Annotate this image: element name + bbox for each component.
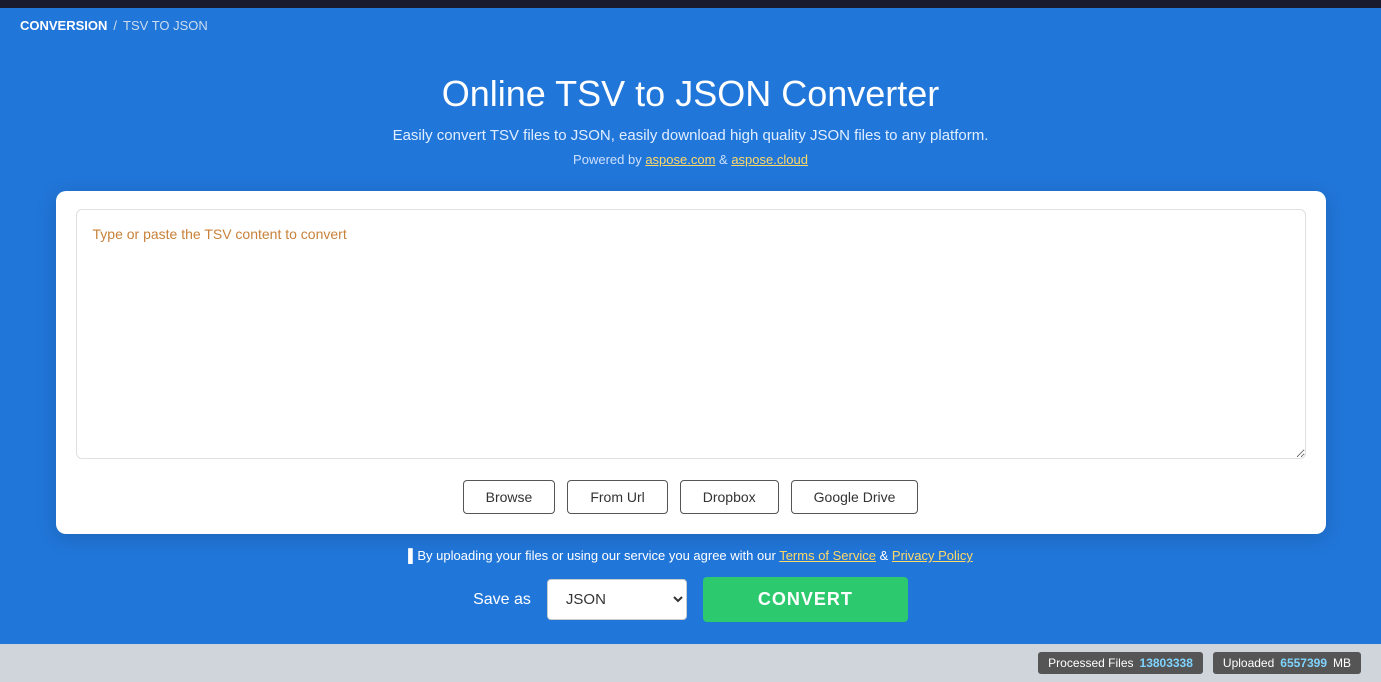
- breadcrumb-current: TSV TO JSON: [123, 18, 208, 33]
- footer-bar: Processed Files 13803338 Uploaded 655739…: [0, 644, 1381, 682]
- tsv-input-textarea[interactable]: [76, 209, 1306, 459]
- breadcrumb: CONVERSION / TSV TO JSON: [0, 8, 1381, 43]
- convert-button[interactable]: CONVERT: [703, 577, 908, 622]
- terms-prefix: ▌By uploading your files or using our se…: [408, 548, 779, 563]
- google-drive-button[interactable]: Google Drive: [791, 480, 919, 514]
- terms-row: ▌By uploading your files or using our se…: [408, 548, 973, 563]
- breadcrumb-conversion-link[interactable]: CONVERSION: [20, 18, 107, 33]
- format-select[interactable]: JSON XML CSV XLSX: [547, 579, 687, 620]
- processed-files-label: Processed Files: [1048, 656, 1133, 670]
- from-url-button[interactable]: From Url: [567, 480, 667, 514]
- terms-of-service-link[interactable]: Terms of Service: [779, 548, 876, 563]
- page-title: Online TSV to JSON Converter: [442, 73, 940, 115]
- powered-by: Powered by aspose.com & aspose.cloud: [573, 152, 808, 167]
- browse-button[interactable]: Browse: [463, 480, 556, 514]
- terms-amp: &: [876, 548, 892, 563]
- uploaded-value: 6557399: [1280, 656, 1327, 670]
- convert-row: Save as JSON XML CSV XLSX CONVERT: [473, 577, 908, 622]
- aspose-com-link[interactable]: aspose.com: [645, 152, 715, 167]
- dropbox-button[interactable]: Dropbox: [680, 480, 779, 514]
- save-as-label: Save as: [473, 591, 531, 609]
- uploaded-unit: MB: [1333, 656, 1351, 670]
- main-content: Online TSV to JSON Converter Easily conv…: [0, 43, 1381, 644]
- uploaded-label: Uploaded: [1223, 656, 1274, 670]
- aspose-cloud-link[interactable]: aspose.cloud: [731, 152, 808, 167]
- processed-files-value: 13803338: [1140, 656, 1193, 670]
- powered-by-prefix: Powered by: [573, 152, 645, 167]
- breadcrumb-separator: /: [113, 18, 117, 33]
- processed-files-badge: Processed Files 13803338: [1038, 652, 1203, 674]
- powered-by-amp: &: [715, 152, 731, 167]
- uploaded-badge: Uploaded 6557399 MB: [1213, 652, 1361, 674]
- converter-card: Browse From Url Dropbox Google Drive: [56, 191, 1326, 534]
- file-buttons-row: Browse From Url Dropbox Google Drive: [76, 480, 1306, 514]
- page-subtitle: Easily convert TSV files to JSON, easily…: [393, 127, 989, 144]
- top-bar: [0, 0, 1381, 8]
- privacy-policy-link[interactable]: Privacy Policy: [892, 548, 973, 563]
